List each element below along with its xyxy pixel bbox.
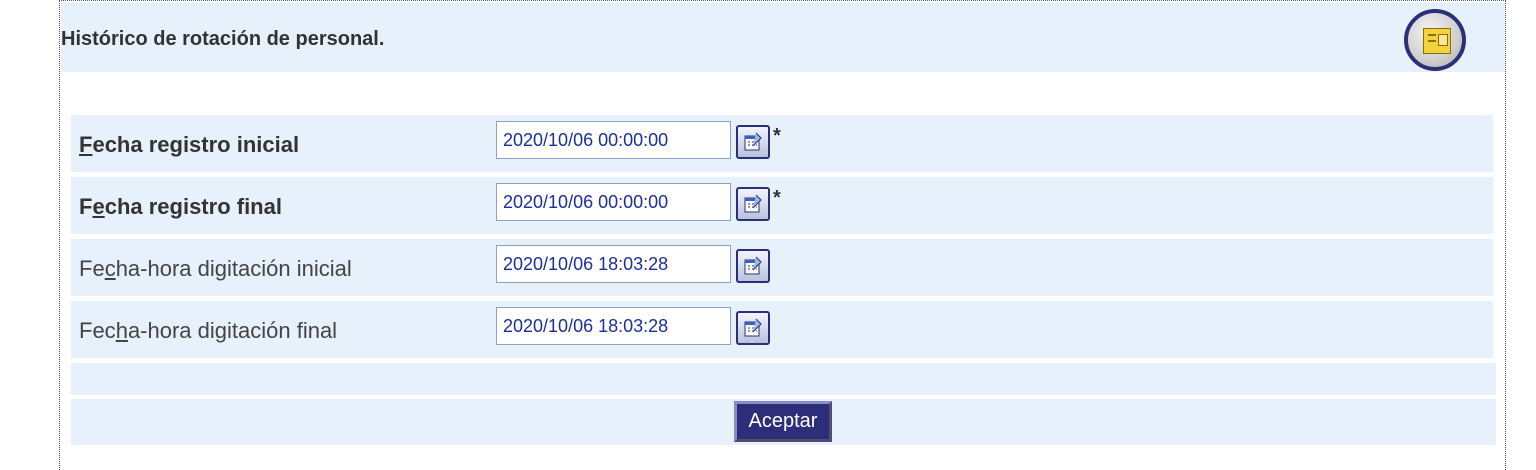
page-title: Histórico de rotación de personal. — [61, 28, 385, 50]
form-row-fecha-hora-digitacion-inicial: Fecha-hora digitación inicial — [71, 239, 1493, 296]
spacer-row — [71, 363, 1496, 395]
required-mark: * — [773, 187, 781, 209]
accept-button[interactable]: Aceptar — [734, 401, 832, 442]
fecha-registro-inicial-label: Fecha registro inicial — [79, 132, 300, 157]
fecha-hora-digitacion-final-label: Fecha-hora digitación final — [79, 318, 338, 343]
fecha-hora-digitacion-inicial-input[interactable] — [496, 245, 731, 283]
form-row-fecha-registro-final: Fecha registro final * — [71, 177, 1493, 234]
fecha-registro-final-input[interactable] — [496, 183, 731, 221]
form-row-fecha-hora-digitacion-final: Fecha-hora digitación final — [71, 301, 1493, 358]
calendar-icon[interactable] — [736, 311, 770, 345]
calendar-icon[interactable] — [736, 125, 770, 159]
fecha-registro-final-label: Fecha registro final — [79, 194, 282, 219]
fecha-registro-inicial-input[interactable] — [496, 121, 731, 159]
form-frame: Histórico de rotación de personal. Fecha… — [59, 0, 1506, 470]
button-row: Aceptar — [71, 399, 1496, 445]
report-icon[interactable] — [1404, 9, 1466, 71]
fecha-hora-digitacion-final-input[interactable] — [496, 307, 731, 345]
required-mark: * — [773, 125, 781, 147]
calendar-icon[interactable] — [736, 187, 770, 221]
form-header: Histórico de rotación de personal. — [61, 2, 1505, 72]
form-row-fecha-registro-inicial: Fecha registro inicial * — [71, 115, 1493, 172]
calendar-icon[interactable] — [736, 249, 770, 283]
fecha-hora-digitacion-inicial-label: Fecha-hora digitación inicial — [79, 256, 352, 281]
